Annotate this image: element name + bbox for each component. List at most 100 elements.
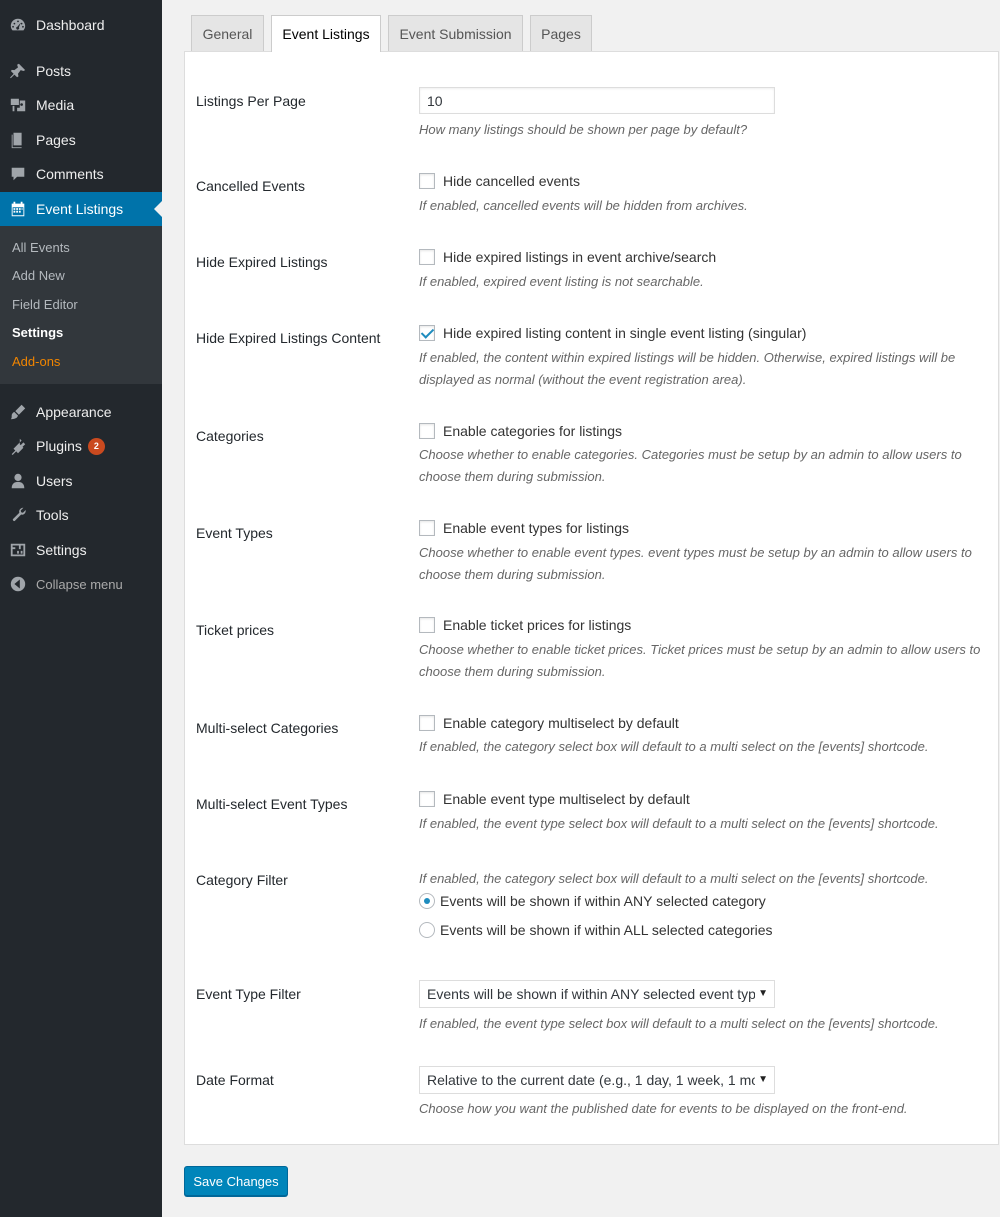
menu-label: Posts [36, 63, 72, 79]
multi-categories-checkbox[interactable] [419, 715, 435, 731]
hide-expired-description: If enabled, expired event listing is not… [419, 274, 704, 289]
category-filter-all-radio[interactable] [419, 922, 435, 938]
event-types-option[interactable]: Enable event types for listings [419, 520, 629, 536]
tab-general[interactable]: General [191, 15, 264, 51]
dropdown-arrow-icon: ▼ [758, 988, 768, 999]
calendar-icon [8, 199, 28, 219]
event-types-description: Choose whether to enable event types. ev… [419, 545, 972, 582]
submenu-all-events[interactable]: All Events [12, 240, 70, 255]
menu-label: Comments [36, 166, 104, 182]
ticket-prices-checkbox-label: Enable ticket prices for listings [443, 617, 632, 633]
category-filter-option-all[interactable]: Events will be shown if within ALL selec… [419, 922, 773, 938]
menu-plugins[interactable]: Plugins 2 [0, 429, 162, 463]
event-types-checkbox-label: Enable event types for listings [443, 520, 629, 536]
comment-icon [8, 164, 28, 184]
menu-label: Event Listings [36, 201, 124, 217]
category-filter-any-label: Events will be shown if within ANY selec… [440, 893, 766, 909]
cancelled-events-option[interactable]: Hide cancelled events [419, 173, 580, 189]
hide-expired-option[interactable]: Hide expired listings in event archive/s… [419, 249, 716, 265]
hide-expired-content-label: Hide Expired Listings Content [196, 330, 381, 346]
ticket-prices-option[interactable]: Enable ticket prices for listings [419, 617, 631, 633]
menu-label: Plugins [36, 438, 82, 454]
cancelled-events-description: If enabled, cancelled events will be hid… [419, 198, 748, 213]
category-filter-option-any[interactable]: Events will be shown if within ANY selec… [419, 893, 766, 909]
menu-label: Dashboard [36, 17, 105, 33]
hide-expired-content-option[interactable]: Hide expired listing content in single e… [419, 325, 806, 341]
multi-categories-option[interactable]: Enable category multiselect by default [419, 715, 679, 731]
media-icon [8, 95, 28, 115]
collapse-icon [8, 574, 28, 594]
menu-label: Users [36, 473, 73, 489]
submenu-add-ons[interactable]: Add-ons [12, 354, 60, 369]
multi-categories-label: Multi-select Categories [196, 720, 339, 736]
menu-label: Tools [36, 507, 69, 523]
multi-types-description: If enabled, the event type select box wi… [419, 816, 939, 831]
hide-expired-checkbox-label: Hide expired listings in event archive/s… [443, 249, 717, 265]
admin-sidebar: Dashboard Posts Media Pages Comments Eve… [0, 0, 162, 1217]
multi-categories-description: If enabled, the category select box will… [419, 739, 929, 754]
event-listings-submenu: All Events Add New Field Editor Settings… [0, 226, 162, 384]
categories-option[interactable]: Enable categories for listings [419, 423, 622, 439]
categories-checkbox[interactable] [419, 423, 435, 439]
menu-comments[interactable]: Comments [0, 157, 162, 191]
submenu-add-new[interactable]: Add New [12, 268, 65, 283]
hide-expired-content-checkbox-label: Hide expired listing content in single e… [443, 325, 807, 341]
pages-icon [8, 130, 28, 150]
categories-label: Categories [196, 428, 264, 444]
menu-users[interactable]: Users [0, 464, 162, 498]
menu-label: Settings [36, 542, 87, 558]
type-filter-selected-value: Events will be shown if within ANY selec… [427, 986, 755, 1002]
cancelled-events-checkbox-label: Hide cancelled events [443, 173, 580, 189]
hide-expired-label: Hide Expired Listings [196, 254, 328, 270]
pin-icon [8, 61, 28, 81]
category-filter-any-radio[interactable] [419, 893, 435, 909]
category-filter-label: Category Filter [196, 872, 288, 888]
date-format-selected-value: Relative to the current date (e.g., 1 da… [427, 1072, 755, 1088]
type-filter-select[interactable]: Events will be shown if within ANY selec… [419, 980, 775, 1008]
category-filter-description: If enabled, the category select box will… [419, 871, 929, 886]
menu-label: Pages [36, 132, 76, 148]
dropdown-arrow-icon: ▼ [758, 1074, 768, 1085]
cancelled-events-checkbox[interactable] [419, 173, 435, 189]
menu-appearance[interactable]: Appearance [0, 395, 162, 429]
multi-categories-checkbox-label: Enable category multiselect by default [443, 715, 679, 731]
submenu-field-editor[interactable]: Field Editor [12, 297, 78, 312]
listings-per-page-value: 10 [427, 92, 443, 109]
tab-pages[interactable]: Pages [530, 15, 592, 51]
plugins-update-badge: 2 [87, 437, 105, 455]
hide-expired-content-checkbox[interactable] [419, 325, 435, 341]
dashboard-icon [8, 15, 28, 35]
menu-label: Collapse menu [36, 576, 123, 592]
ticket-prices-label: Ticket prices [196, 622, 275, 638]
tab-event-listings[interactable]: Event Listings [271, 15, 381, 52]
menu-dashboard[interactable]: Dashboard [0, 8, 162, 42]
ticket-prices-checkbox[interactable] [419, 617, 435, 633]
date-format-select[interactable]: Relative to the current date (e.g., 1 da… [419, 1066, 775, 1094]
multi-types-label: Multi-select Event Types [196, 796, 348, 812]
menu-media[interactable]: Media [0, 88, 162, 122]
brush-icon [8, 402, 28, 422]
listings-per-page-input[interactable]: 10 [419, 87, 775, 114]
save-changes-button[interactable]: Save Changes [184, 1166, 288, 1196]
menu-event-listings[interactable]: Event Listings [0, 192, 162, 226]
cancelled-events-label: Cancelled Events [196, 178, 305, 194]
event-types-checkbox[interactable] [419, 520, 435, 536]
menu-settings[interactable]: Settings [0, 533, 162, 567]
ticket-prices-description: Choose whether to enable ticket prices. … [419, 642, 981, 679]
menu-pages[interactable]: Pages [0, 123, 162, 157]
date-format-label: Date Format [196, 1072, 274, 1088]
menu-posts[interactable]: Posts [0, 54, 162, 88]
collapse-menu-button[interactable]: Collapse menu [0, 567, 162, 601]
multi-types-option[interactable]: Enable event type multiselect by default [419, 791, 690, 807]
multi-types-checkbox[interactable] [419, 791, 435, 807]
hide-expired-checkbox[interactable] [419, 249, 435, 265]
tab-event-submission[interactable]: Event Submission [388, 15, 523, 51]
submenu-settings[interactable]: Settings [12, 325, 63, 340]
plugin-icon [8, 436, 28, 456]
hide-expired-content-description: If enabled, the content within expired l… [419, 350, 956, 387]
multi-types-checkbox-label: Enable event type multiselect by default [443, 791, 690, 807]
categories-checkbox-label: Enable categories for listings [443, 423, 622, 439]
menu-tools[interactable]: Tools [0, 498, 162, 532]
date-format-description: Choose how you want the published date f… [419, 1101, 908, 1116]
settings-icon [8, 540, 28, 560]
